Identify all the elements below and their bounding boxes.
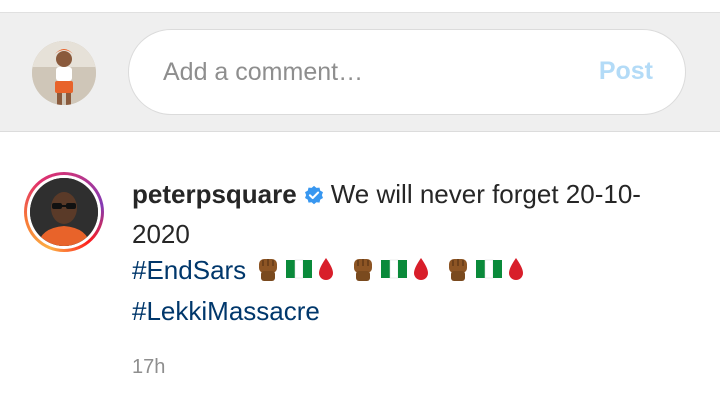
hashtag-lekkimassacre[interactable]: #LekkiMassacre [132,296,320,326]
author-username[interactable]: peterpsquare [132,179,297,209]
raised-fist-icon [253,254,283,293]
user-avatar-photo-icon [32,41,96,105]
blood-drop-icon [505,254,527,293]
add-comment-bar: Add a comment… Post [0,12,720,132]
nigeria-flag-icon [474,254,504,293]
comment-input[interactable]: Add a comment… Post [128,29,686,115]
author-avatar-story-ring[interactable] [24,172,104,252]
post-button[interactable]: Post [599,57,653,86]
post-timestamp[interactable]: 17h [132,356,165,379]
author-photo-icon [30,178,98,246]
blood-drop-icon [410,254,432,293]
hashtag-endsars[interactable]: #EndSars [132,255,246,285]
comment-placeholder: Add a comment… [163,58,364,86]
raised-fist-icon [348,254,378,293]
author-avatar [30,178,98,246]
nigeria-flag-icon [284,254,314,293]
post-caption: peterpsquare We will never forget 20-10-2… [132,176,672,329]
verified-badge-icon [303,180,325,216]
blood-drop-icon [315,254,337,293]
current-user-avatar[interactable] [32,41,96,105]
emoji-row [253,255,528,285]
nigeria-flag-icon [379,254,409,293]
raised-fist-icon [443,254,473,293]
